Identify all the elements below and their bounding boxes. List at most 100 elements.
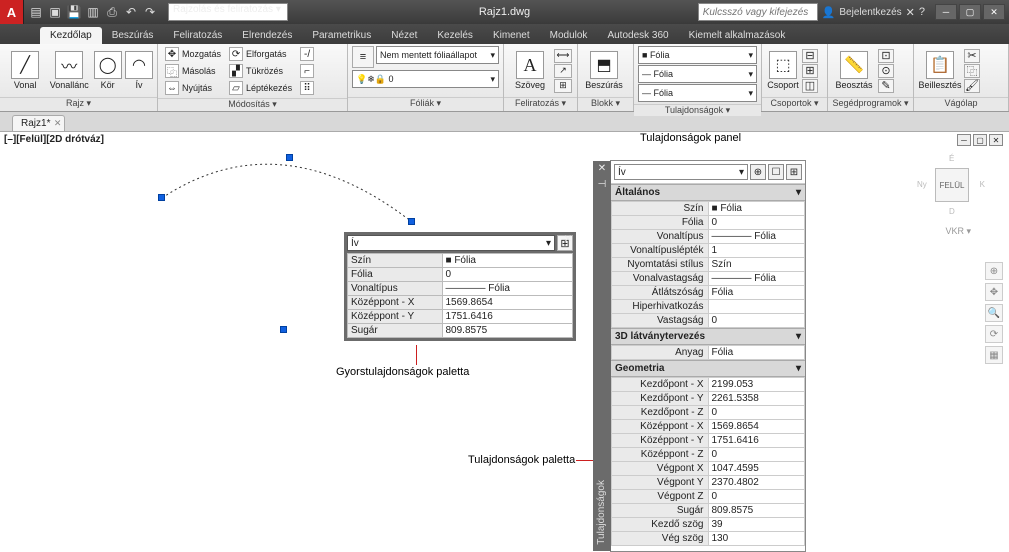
property-row[interactable]: Kezdőpont - Y2261.5358	[612, 392, 805, 406]
viewport-min-icon[interactable]: ─	[957, 134, 971, 146]
property-row[interactable]: Végpont Z0	[612, 490, 805, 504]
util2-button[interactable]: ⊙	[878, 64, 894, 78]
property-value[interactable]: 1047.4595	[708, 462, 805, 476]
property-row[interactable]: Sugár809.8575	[348, 324, 573, 338]
property-value[interactable]: ———— Fólia	[442, 282, 573, 296]
text-button[interactable]: ASzöveg	[508, 51, 552, 90]
rotate-button[interactable]: ⟳Elforgatás	[226, 46, 295, 62]
nav-orbit-icon[interactable]: ⟳	[985, 325, 1003, 343]
keyword-search-input[interactable]	[698, 3, 818, 21]
property-row[interactable]: Kezdőpont - X2199.053	[612, 378, 805, 392]
nav-wheel-icon[interactable]: ⊕	[985, 262, 1003, 280]
property-value[interactable]: ———— Fólia	[708, 230, 805, 244]
props-qprops-icon[interactable]: ⊞	[786, 164, 802, 180]
save-icon[interactable]: 💾	[66, 4, 82, 20]
property-row[interactable]: Vonaltípuslépték1	[612, 244, 805, 258]
property-value[interactable]: 0	[708, 216, 805, 230]
property-value[interactable]: 1569.8654	[442, 296, 573, 310]
property-value[interactable]: ■ Fólia	[708, 202, 805, 216]
help-icon[interactable]: ?	[919, 6, 925, 18]
props-pin-icon[interactable]: ⊣	[595, 179, 609, 193]
trim-button[interactable]: -/	[297, 46, 317, 62]
property-row[interactable]: Vastagság0	[612, 314, 805, 328]
tab-elrendezes[interactable]: Elrendezés	[232, 27, 302, 44]
view-label[interactable]: [–][Felül][2D drótváz]	[4, 134, 104, 145]
drawing-canvas[interactable]: [–][Felül][2D drótváz] ─ ▢ ✕ ✕ Ív▾ ⊞ Szí…	[0, 132, 1009, 552]
undo-icon[interactable]: ↶	[123, 4, 139, 20]
panel-feliratozas-title[interactable]: Feliratozás ▾	[504, 97, 577, 111]
fillet-button[interactable]: ⌐	[297, 63, 317, 79]
stretch-button[interactable]: ⇔Nyújtás	[162, 80, 224, 96]
tab-kimenet[interactable]: Kimenet	[483, 27, 540, 44]
property-value[interactable]	[708, 300, 805, 314]
tab-kezdolap[interactable]: Kezdőlap	[40, 27, 102, 44]
group-button[interactable]: ⬚Csoport	[766, 51, 800, 90]
tab-kezeles[interactable]: Kezelés	[427, 27, 483, 44]
array-button[interactable]: ⠿	[297, 80, 317, 96]
nav-pan-icon[interactable]: ✥	[985, 283, 1003, 301]
quick-properties-palette[interactable]: ✕ Ív▾ ⊞ Szín■ FóliaFólia0Vonaltípus———— …	[344, 232, 576, 341]
property-value[interactable]: 0	[708, 490, 805, 504]
maximize-icon[interactable]: ▢	[959, 4, 981, 20]
groupsel-button[interactable]: ◫	[802, 79, 818, 93]
leader-button[interactable]: ↗	[554, 64, 572, 78]
property-value[interactable]: 39	[708, 518, 805, 532]
signin-link[interactable]: Bejelentkezés	[839, 7, 901, 18]
property-row[interactable]: Nyomtatási stílusSzín	[612, 258, 805, 272]
props-close-icon[interactable]: ✕	[595, 163, 609, 177]
minimize-icon[interactable]: ─	[935, 4, 957, 20]
ungroup-button[interactable]: ⊟	[802, 49, 818, 63]
viewport-close-icon[interactable]: ✕	[989, 134, 1003, 146]
file-tab-rajz1[interactable]: Rajz1*✕	[12, 115, 65, 131]
line-button[interactable]: ╱Vonal	[4, 51, 46, 90]
print-icon[interactable]: ⎙	[104, 4, 120, 20]
property-row[interactable]: Középpont - Y1751.6416	[612, 434, 805, 448]
mirror-button[interactable]: ▞Tükrözés	[226, 63, 295, 79]
app-icon[interactable]: A	[0, 0, 24, 24]
tab-feliratozas[interactable]: Feliratozás	[163, 27, 232, 44]
measure-button[interactable]: 📏Beosztás	[832, 51, 876, 90]
property-row[interactable]: Kezdő szög39	[612, 518, 805, 532]
property-value[interactable]: ———— Fólia	[708, 272, 805, 286]
property-value[interactable]: 2199.053	[708, 378, 805, 392]
grip-mid[interactable]	[286, 154, 293, 161]
qprops-close-icon[interactable]: ✕	[562, 234, 574, 245]
move-button[interactable]: ✥Mozgatás	[162, 46, 224, 62]
property-row[interactable]: Középpont - X1569.8654	[348, 296, 573, 310]
property-value[interactable]: 1569.8654	[708, 420, 805, 434]
property-row[interactable]: AnyagFólia	[612, 346, 805, 360]
property-value[interactable]: 809.8575	[442, 324, 573, 338]
close-tab-icon[interactable]: ✕	[54, 118, 62, 129]
panel-blokk-title[interactable]: Blokk ▾	[578, 97, 633, 111]
property-row[interactable]: Vég szög130	[612, 532, 805, 546]
property-row[interactable]: Középpont - X1569.8654	[612, 420, 805, 434]
property-value[interactable]: 0	[708, 406, 805, 420]
exchange-icon[interactable]: ✕	[906, 6, 915, 19]
layer-combo[interactable]: 💡❄🔒 0▾	[352, 70, 499, 88]
property-value[interactable]: 0	[442, 268, 573, 282]
panel-foliak-title[interactable]: Fóliák ▾	[348, 97, 503, 111]
redo-icon[interactable]: ↷	[142, 4, 158, 20]
login-icon[interactable]: 👤	[822, 6, 836, 19]
property-value[interactable]: 0	[708, 314, 805, 328]
property-value[interactable]: 2370.4802	[708, 476, 805, 490]
match-button[interactable]: 🖌	[964, 79, 980, 93]
property-value[interactable]: 1751.6416	[708, 434, 805, 448]
properties-palette[interactable]: ✕ ⊣ Tulajdonságok Ív▾ ⊕ ☐ ⊞ Általános▾ S…	[610, 160, 806, 552]
props-section-geometry[interactable]: Geometria▾	[611, 360, 805, 377]
property-value[interactable]: Fólia	[708, 346, 805, 360]
property-row[interactable]: Szín■ Fólia	[612, 202, 805, 216]
layerstate-combo[interactable]: Nem mentett fóliaállapot▾	[376, 46, 499, 64]
qprops-type-combo[interactable]: Ív▾	[347, 235, 555, 251]
tab-modulok[interactable]: Modulok	[540, 27, 598, 44]
props-picksel-icon[interactable]: ☐	[768, 164, 784, 180]
panel-tulajdonsagok-title[interactable]: Tulajdonságok ▾	[634, 104, 761, 116]
property-value[interactable]: 2261.5358	[708, 392, 805, 406]
props-type-combo[interactable]: Ív▾	[614, 164, 748, 180]
tab-nezet[interactable]: Nézet	[381, 27, 427, 44]
property-value[interactable]: 1	[708, 244, 805, 258]
property-row[interactable]: Hiperhivatkozás	[612, 300, 805, 314]
color-combo[interactable]: ■ Fólia▾	[638, 46, 757, 64]
property-row[interactable]: Végpont Y2370.4802	[612, 476, 805, 490]
property-row[interactable]: Középpont - Z0	[612, 448, 805, 462]
